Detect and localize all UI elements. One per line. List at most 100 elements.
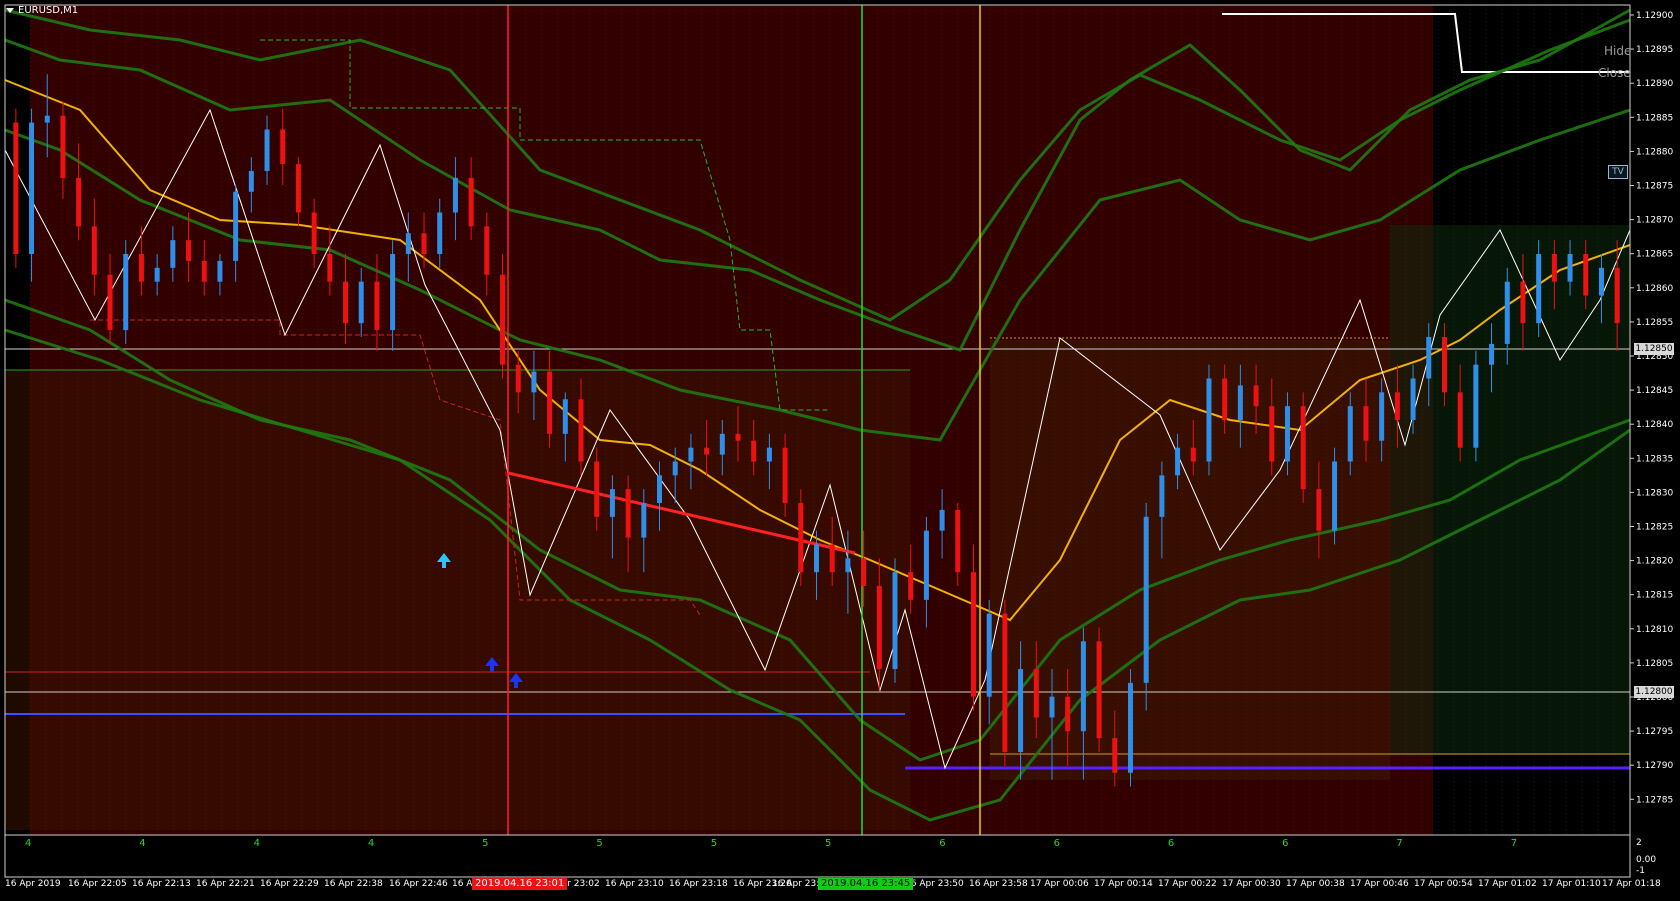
candle-bear bbox=[625, 489, 631, 538]
time-label-partial: 16 A bbox=[452, 879, 473, 889]
time-label: 16 Apr 23:50 bbox=[905, 879, 964, 889]
candle-bull bbox=[1284, 406, 1290, 462]
price-label: 1.12840 bbox=[1636, 420, 1673, 430]
time-label: 17 Apr 00:22 bbox=[1158, 879, 1217, 889]
candle-bull bbox=[154, 267, 160, 282]
candle-bear bbox=[421, 233, 427, 254]
price-tag-upper: 1.12850 bbox=[1634, 343, 1674, 355]
candle-bear bbox=[327, 254, 333, 282]
price-label: 1.12875 bbox=[1636, 182, 1673, 192]
time-label: 16 Apr 22:46 bbox=[389, 879, 448, 889]
time-label: 16 Apr 22:29 bbox=[260, 879, 319, 889]
time-label: 17 Apr 00:46 bbox=[1350, 879, 1409, 889]
time-label: 17 Apr 01:10 bbox=[1542, 879, 1601, 889]
candle-bull bbox=[264, 129, 270, 171]
candle-bull bbox=[452, 177, 458, 213]
candle-bull bbox=[719, 433, 725, 455]
price-label: 1.12845 bbox=[1636, 386, 1673, 396]
candle-bull bbox=[123, 254, 129, 331]
candle-bear bbox=[704, 447, 710, 455]
close-button[interactable]: Close bbox=[1598, 66, 1631, 80]
price-label: 1.12855 bbox=[1636, 318, 1673, 328]
candle-bear bbox=[1614, 267, 1620, 324]
candle-bull bbox=[1080, 641, 1086, 732]
candle-bull bbox=[1175, 447, 1181, 476]
candle-bull bbox=[248, 171, 254, 192]
candle-bear bbox=[970, 572, 976, 697]
candle-bull bbox=[1206, 378, 1212, 462]
sub-window-digit: 6 bbox=[1054, 838, 1060, 849]
candle-bull bbox=[29, 122, 35, 254]
candle-bull bbox=[939, 509, 945, 531]
candle-bull bbox=[531, 371, 537, 393]
symbol-label[interactable]: EURUSD,M1 bbox=[6, 5, 78, 16]
time-label: 16 Apr 22:21 bbox=[196, 879, 255, 889]
candle-bull bbox=[657, 475, 663, 503]
time-label: 17 Apr 00:14 bbox=[1094, 879, 1153, 889]
candle-bull bbox=[358, 281, 364, 324]
candle-bear bbox=[1551, 254, 1557, 282]
candle-bull bbox=[814, 544, 819, 573]
candle-bear bbox=[798, 503, 804, 573]
candle-bear bbox=[547, 371, 553, 434]
candle-bull bbox=[1426, 337, 1432, 379]
candle-bear bbox=[955, 509, 961, 573]
candle-bear bbox=[735, 433, 741, 441]
candle-bear bbox=[876, 586, 882, 669]
time-label: 16 Apr 23:58 bbox=[969, 879, 1028, 889]
candle-bear bbox=[578, 399, 584, 462]
candle-bear bbox=[1253, 385, 1259, 407]
candle-bear bbox=[1363, 406, 1369, 441]
candle-bear bbox=[782, 447, 788, 503]
candle-bear bbox=[138, 254, 144, 282]
candle-bear bbox=[1002, 613, 1008, 752]
candle-bull bbox=[641, 503, 647, 538]
candle-bull bbox=[1379, 392, 1385, 441]
candle-bear bbox=[484, 226, 490, 275]
hide-button[interactable]: Hide bbox=[1604, 44, 1631, 58]
candle-bull bbox=[1473, 364, 1479, 448]
time-label: 16 Apr 2019 bbox=[5, 879, 61, 889]
candle-bull bbox=[44, 115, 50, 123]
candle-bear bbox=[861, 558, 867, 586]
candle-bear bbox=[1457, 392, 1463, 448]
price-label: 1.12815 bbox=[1636, 591, 1673, 601]
candle-bear bbox=[1583, 254, 1589, 296]
candle-bull bbox=[390, 254, 396, 331]
price-label: 1.12880 bbox=[1636, 147, 1673, 157]
price-label: 1.12805 bbox=[1636, 659, 1673, 669]
candle-bull bbox=[1347, 406, 1353, 462]
candle-bear bbox=[908, 572, 914, 600]
candle-bull bbox=[892, 572, 898, 669]
candle-bear bbox=[107, 274, 113, 331]
sub-window-digit: 6 bbox=[1168, 838, 1174, 849]
candle-bull bbox=[562, 399, 568, 434]
candle-bull bbox=[672, 461, 678, 476]
price-label: 1.12890 bbox=[1636, 79, 1673, 89]
candle-bear bbox=[1096, 641, 1102, 739]
sub-scale-top: 2 bbox=[1636, 838, 1642, 848]
candle-bull bbox=[1237, 385, 1243, 420]
candle-bear bbox=[295, 164, 301, 213]
chart-window[interactable]: 1.12900 1.12895 1.12890 1.12885 1.12880 1.128… bbox=[0, 0, 1680, 897]
candle-bear bbox=[91, 226, 97, 275]
price-tag-lower: 1.12800 bbox=[1634, 686, 1674, 698]
candle-bear bbox=[13, 122, 19, 254]
candle-bear bbox=[500, 274, 506, 365]
candle-bull bbox=[1489, 343, 1495, 365]
tv-button[interactable]: TV bbox=[1608, 165, 1628, 179]
price-label: 1.12825 bbox=[1636, 523, 1673, 533]
candle-bear bbox=[280, 129, 286, 165]
price-chart[interactable]: 1.12900 1.12895 1.12890 1.12885 1.12880 1.128… bbox=[0, 0, 1680, 897]
time-label: 17 Apr 00:54 bbox=[1414, 879, 1473, 889]
sub-window-digit: 4 bbox=[254, 838, 260, 849]
time-label: 16 Apr 23:10 bbox=[605, 879, 664, 889]
sub-window-digit: 5 bbox=[825, 838, 831, 849]
candle-bear bbox=[186, 240, 192, 261]
candle-bear bbox=[374, 281, 380, 331]
candle-bear bbox=[343, 281, 349, 324]
candle-bull bbox=[1410, 378, 1416, 420]
dropdown-triangle-icon[interactable] bbox=[6, 8, 14, 13]
candle-bull bbox=[923, 530, 929, 600]
candle-bull bbox=[845, 558, 851, 573]
